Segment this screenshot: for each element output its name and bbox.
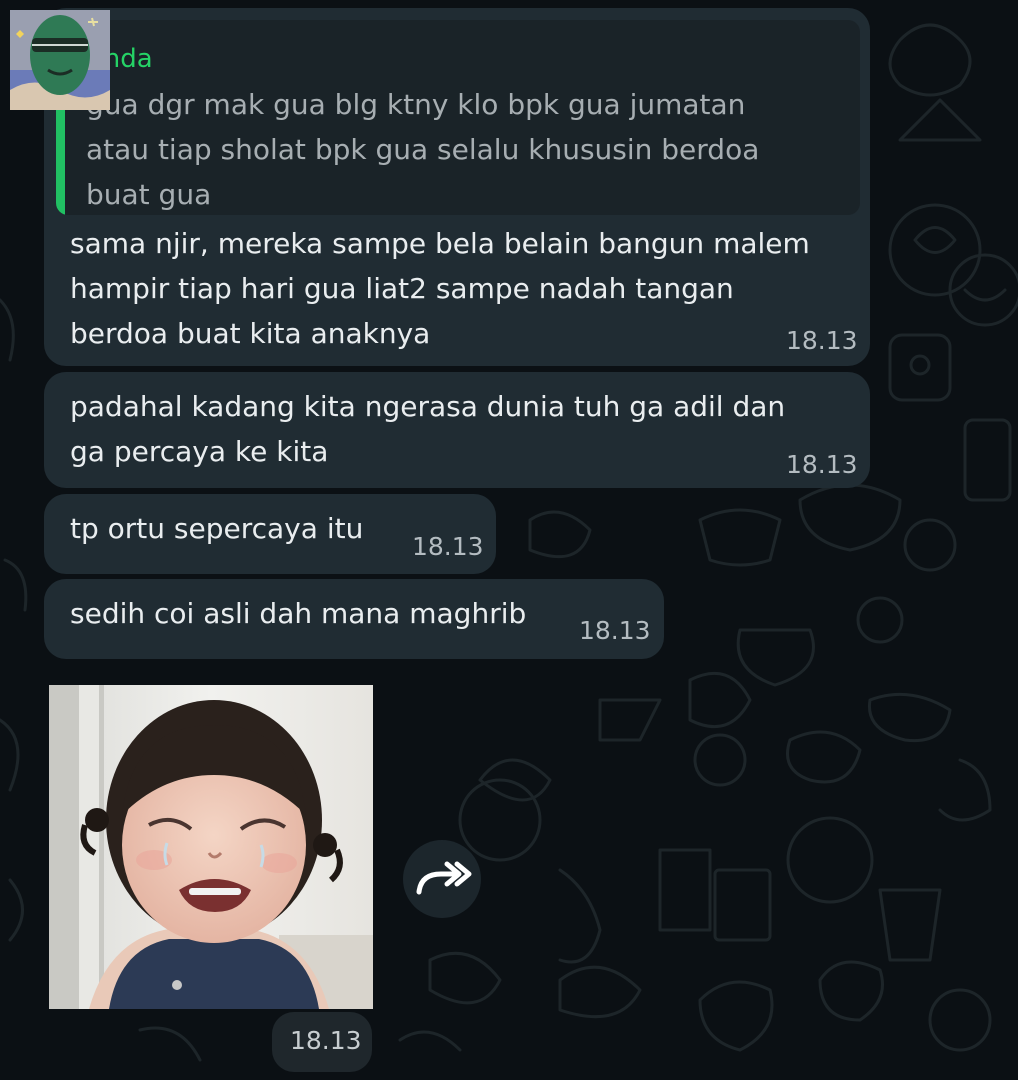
image-message[interactable] xyxy=(49,685,373,1009)
message-text: sedih coi asli dah mana maghrib xyxy=(70,597,527,630)
message-timestamp: 18.13 xyxy=(786,450,858,479)
avatar-frog-icon xyxy=(10,10,110,110)
message-text: sama njir, mereka sampe bela belain bang… xyxy=(70,227,810,350)
crying-child-image xyxy=(49,685,373,1009)
message-bubble[interactable]: Anda gua dgr mak gua blg ktny klo bpk gu… xyxy=(44,8,870,366)
message-text: tp ortu sepercaya itu xyxy=(70,512,364,545)
message-bubble[interactable]: tp ortu sepercaya itu 18.13 xyxy=(44,494,496,574)
chat-background: Anda gua dgr mak gua blg ktny klo bpk gu… xyxy=(0,0,1018,1080)
message-timestamp: 18.13 xyxy=(579,616,651,645)
forward-button[interactable] xyxy=(403,840,481,918)
forward-icon xyxy=(416,861,472,895)
message-timestamp: 18.13 xyxy=(786,326,858,355)
image-timestamp: 18.13 xyxy=(290,1026,362,1055)
message-bubble[interactable]: sedih coi asli dah mana maghrib 18.13 xyxy=(44,579,664,659)
message-text: padahal kadang kita ngerasa dunia tuh ga… xyxy=(70,390,786,468)
quote-text: gua dgr mak gua blg ktny klo bpk gua jum… xyxy=(86,88,760,211)
message-timestamp: 18.13 xyxy=(412,532,484,561)
image-timestamp-pill: 18.13 xyxy=(272,1012,372,1072)
quoted-reply[interactable]: Anda gua dgr mak gua blg ktny klo bpk gu… xyxy=(56,20,860,215)
sender-avatar[interactable] xyxy=(10,10,110,110)
message-bubble[interactable]: padahal kadang kita ngerasa dunia tuh ga… xyxy=(44,372,870,488)
